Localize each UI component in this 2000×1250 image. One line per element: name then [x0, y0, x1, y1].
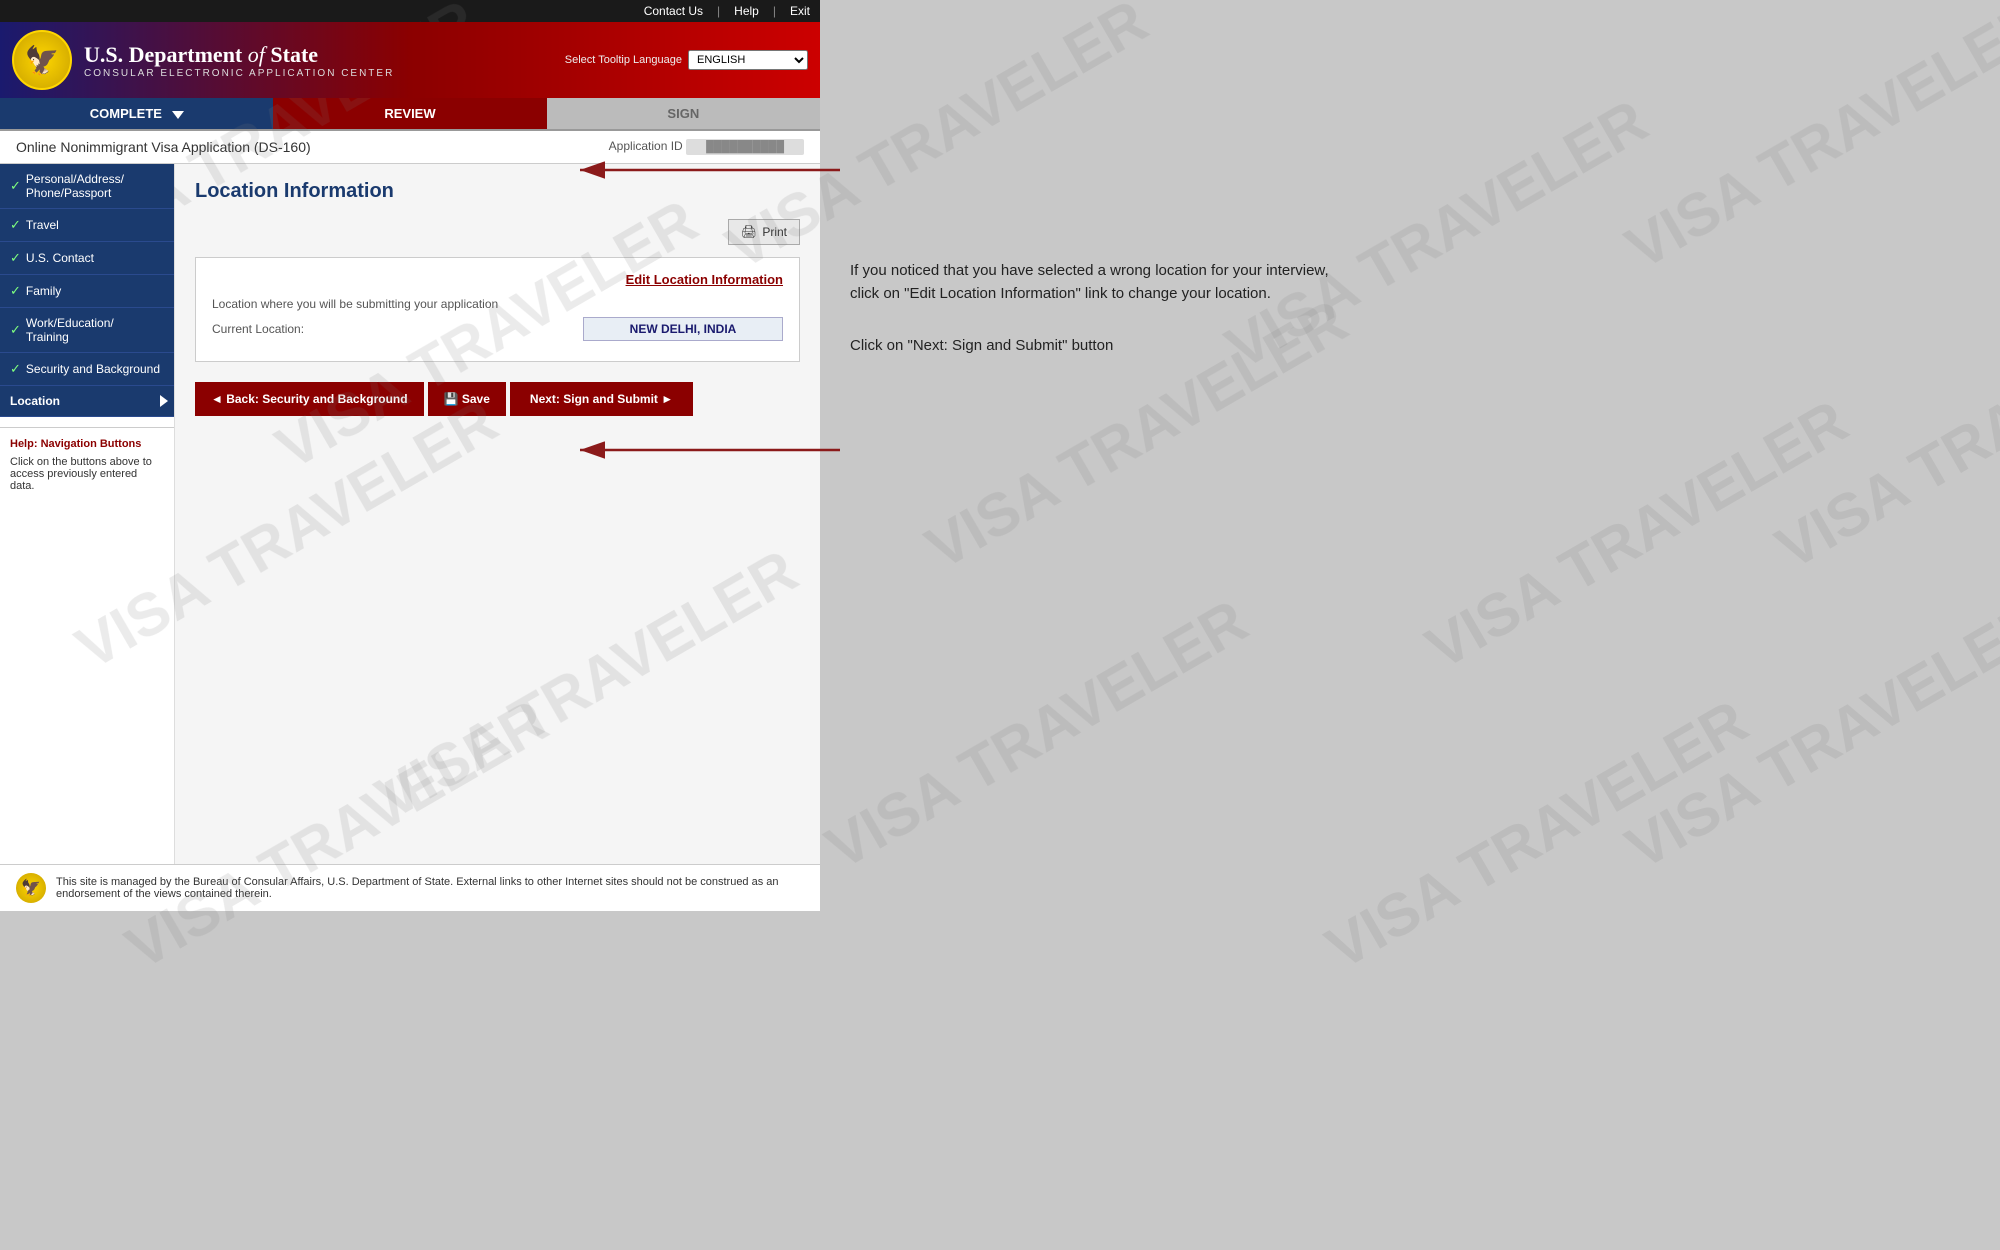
main-layout: ✓ Personal/Address/Phone/Passport ✓ Trav… [0, 164, 820, 864]
print-label: Print [762, 225, 787, 239]
top-bar: Contact Us | Help | Exit [0, 0, 820, 22]
checkmark-icon: ✓ [10, 217, 21, 233]
watermark: VISA TRAVELER [1614, 0, 2000, 283]
app-id-label: Application ID [609, 139, 683, 153]
watermark: VISA TRAVELER [1764, 286, 2000, 582]
footer-logo-row: 🦅 This site is managed by the Bureau of … [16, 873, 804, 903]
tab-complete[interactable]: COMPLETE [0, 98, 273, 129]
sidebar: ✓ Personal/Address/Phone/Passport ✓ Trav… [0, 164, 175, 864]
app-id-bar: Online Nonimmigrant Visa Application (DS… [0, 131, 820, 164]
language-select[interactable]: ENGLISH SPANISH FRENCH [688, 50, 808, 70]
checkmark-icon: ✓ [10, 283, 21, 299]
footer-seal: 🦅 [16, 873, 46, 903]
footer-text: This site is managed by the Bureau of Co… [56, 876, 804, 900]
app-id: Application ID ██████████ [609, 139, 804, 155]
sign-label: SIGN [667, 106, 699, 121]
back-button[interactable]: ◄ Back: Security and Background [195, 382, 424, 416]
current-location-row: Current Location: NEW DELHI, INDIA [212, 317, 783, 341]
dropdown-arrow-icon [172, 111, 184, 119]
content-area: Location Information 🖨 Print Edit Locati… [175, 164, 820, 864]
form-title: Online Nonimmigrant Visa Application (DS… [16, 139, 311, 155]
sidebar-help: Help: Navigation Buttons Click on the bu… [0, 427, 174, 502]
nav-tabs: COMPLETE REVIEW SIGN [0, 98, 820, 131]
review-label: REVIEW [384, 106, 435, 121]
sidebar-item-us-contact[interactable]: ✓ U.S. Contact [0, 242, 174, 275]
sidebar-item-personal[interactable]: ✓ Personal/Address/Phone/Passport [0, 164, 174, 209]
help-body: Click on the buttons above to access pre… [10, 456, 164, 492]
sidebar-item-work[interactable]: ✓ Work/Education/Training [0, 308, 174, 353]
checkmark-icon: ✓ [10, 178, 21, 194]
help-link[interactable]: Help [734, 4, 759, 18]
sidebar-item-label: Family [26, 284, 61, 298]
location-submit-label: Location where you will be submitting yo… [212, 297, 783, 311]
location-submit-row: Location where you will be submitting yo… [212, 297, 783, 311]
language-label: Select Tooltip Language [565, 54, 682, 66]
sidebar-item-label: Location [10, 394, 60, 408]
sidebar-item-label: U.S. Contact [26, 251, 94, 265]
annotation-text-1: If you noticed that you have selected a … [850, 260, 1330, 305]
checkmark-icon: ✓ [10, 361, 21, 377]
contact-us-link[interactable]: Contact Us [644, 4, 703, 18]
separator2: | [773, 4, 776, 18]
checkmark-icon: ✓ [10, 322, 21, 338]
current-location-value: NEW DELHI, INDIA [583, 317, 783, 341]
exit-link[interactable]: Exit [790, 4, 810, 18]
complete-label: COMPLETE [90, 106, 162, 121]
watermark: VISA TRAVELER [1614, 586, 2000, 882]
print-button[interactable]: 🖨 Print [728, 219, 800, 245]
current-location-label: Current Location: [212, 322, 583, 336]
print-bar: 🖨 Print [195, 219, 800, 245]
dept-name: U.S. Department of State [84, 42, 394, 68]
footer: 🦅 This site is managed by the Bureau of … [0, 864, 820, 911]
sidebar-item-label: Security and Background [26, 362, 160, 376]
dept-subtitle: CONSULAR ELECTRONIC APPLICATION CENTER [84, 68, 394, 79]
sidebar-item-security[interactable]: ✓ Security and Background [0, 353, 174, 386]
sidebar-item-family[interactable]: ✓ Family [0, 275, 174, 308]
watermark: VISA TRAVELER [1314, 686, 1758, 982]
eagle-icon: 🦅 [25, 44, 60, 77]
sidebar-item-travel[interactable]: ✓ Travel [0, 209, 174, 242]
printer-icon: 🖨 [741, 224, 758, 240]
watermark: VISA TRAVELER [1414, 386, 1858, 682]
edit-location-link[interactable]: Edit Location Information [626, 272, 783, 287]
arrow-right-icon [160, 395, 168, 407]
annotation-text-2: Click on "Next: Sign and Submit" button [850, 335, 1330, 358]
tab-review[interactable]: REVIEW [273, 98, 546, 129]
dept-title: U.S. Department of State CONSULAR ELECTR… [84, 42, 394, 79]
sidebar-item-label: Work/Education/Training [26, 316, 114, 344]
sidebar-item-label: Travel [26, 218, 59, 232]
help-title: Help: Navigation Buttons [10, 438, 164, 450]
app-id-value: ██████████ [686, 139, 804, 155]
help-subtitle: Navigation Buttons [41, 438, 142, 450]
separator1: | [717, 4, 720, 18]
watermark: VISA TRAVELER [814, 586, 1258, 882]
annotation-area: If you noticed that you have selected a … [850, 260, 1330, 358]
bottom-nav: ◄ Back: Security and Background 💾 Save N… [195, 382, 800, 416]
page-title: Location Information [195, 180, 800, 203]
next-button[interactable]: Next: Sign and Submit ► [510, 382, 693, 416]
edit-link-row: Edit Location Information [212, 272, 783, 287]
dept-seal: 🦅 [12, 30, 72, 90]
sidebar-item-location[interactable]: Location [0, 386, 174, 417]
location-info-box: Edit Location Information Location where… [195, 257, 800, 362]
sidebar-item-label: Personal/Address/Phone/Passport [26, 172, 124, 200]
save-button[interactable]: 💾 Save [428, 382, 506, 416]
checkmark-icon: ✓ [10, 250, 21, 266]
tab-sign[interactable]: SIGN [547, 98, 820, 129]
help-label: Help: [10, 438, 38, 450]
language-selector-area: Select Tooltip Language ENGLISH SPANISH … [565, 50, 808, 70]
site-header: 🦅 U.S. Department of State CONSULAR ELEC… [0, 22, 820, 98]
